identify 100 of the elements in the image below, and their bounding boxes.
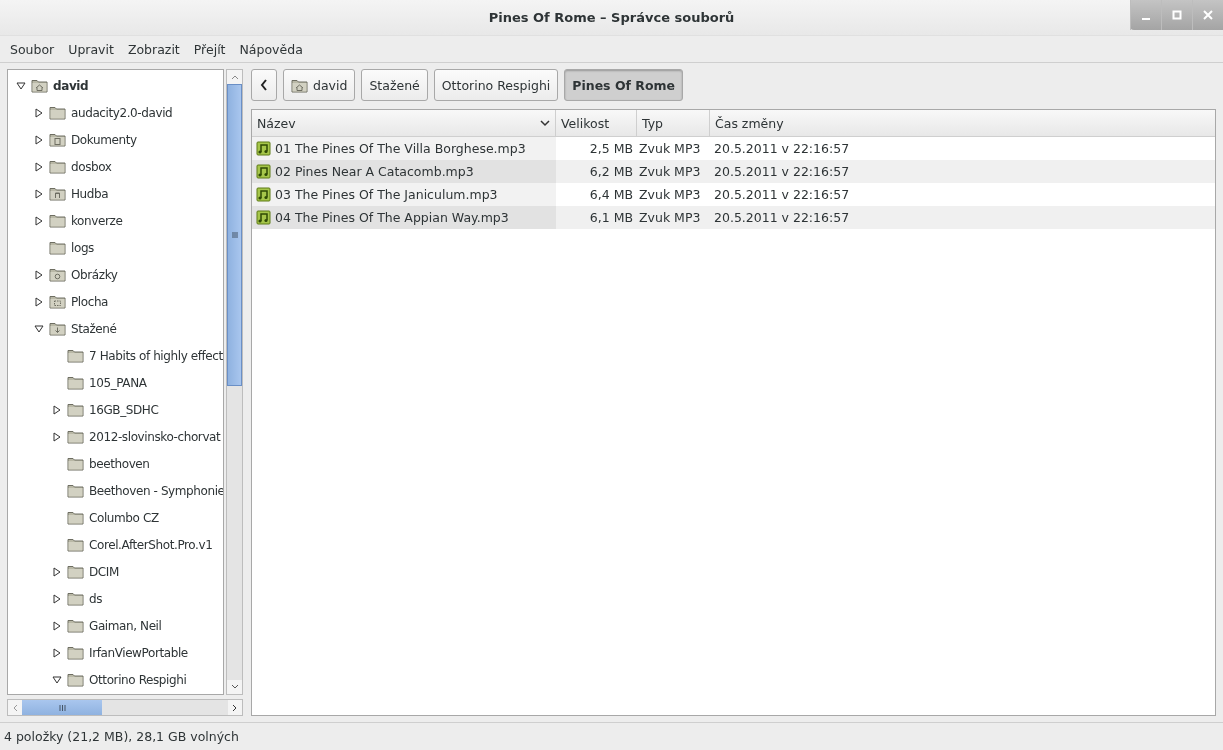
- menu-item[interactable]: Nápověda: [232, 41, 310, 57]
- sort-chevron-icon: [540, 119, 550, 127]
- grip-icon: [58, 704, 66, 711]
- menu-item[interactable]: Soubor: [3, 41, 62, 57]
- folder-icon: [67, 429, 84, 444]
- table-cell-text: Zvuk MP3: [638, 140, 702, 158]
- maximize-icon: [1172, 10, 1182, 20]
- tree-item[interactable]: Beethoven - Symphonie: [8, 477, 223, 504]
- folder-icon: [49, 240, 66, 255]
- table-cell-text: 20.5.2011 v 22:16:57: [713, 163, 851, 181]
- up-chevron-icon[interactable]: [230, 74, 239, 80]
- tree-item[interactable]: david: [8, 72, 223, 99]
- table-cell-text: Zvuk MP3: [638, 209, 702, 227]
- tree-item[interactable]: dosbox: [8, 153, 223, 180]
- folder-icon: [67, 672, 84, 687]
- tree-item[interactable]: 105_PANA: [8, 369, 223, 396]
- collapsed-triangle-icon[interactable]: [52, 620, 62, 631]
- tree-item[interactable]: Dokumenty: [8, 126, 223, 153]
- tree-item[interactable]: Gaiman, Neil: [8, 612, 223, 639]
- collapsed-triangle-icon[interactable]: [34, 296, 44, 307]
- collapsed-triangle-icon[interactable]: [52, 431, 62, 442]
- back-button[interactable]: [251, 69, 277, 101]
- menu-item[interactable]: Přejít: [186, 41, 233, 57]
- window-title: Pines Of Rome – Správce souborů: [488, 10, 735, 25]
- table-cell-text: 20.5.2011 v 22:16:57: [713, 140, 851, 158]
- path-button[interactable]: Ottorino Respighi: [433, 69, 559, 101]
- collapsed-triangle-icon[interactable]: [52, 404, 62, 415]
- down-chevron-icon[interactable]: [230, 684, 239, 690]
- folder-icon: [67, 591, 84, 606]
- collapsed-triangle-icon[interactable]: [34, 269, 44, 280]
- horizontal-scrollbar[interactable]: [7, 699, 243, 716]
- table-cell-text: 6,4 MB: [588, 186, 634, 204]
- collapsed-triangle-icon[interactable]: [34, 161, 44, 172]
- collapsed-triangle-icon[interactable]: [34, 215, 44, 226]
- collapsed-triangle-icon[interactable]: [34, 134, 44, 145]
- folder-icon: [67, 375, 84, 390]
- tree-item[interactable]: Stažené: [8, 315, 223, 342]
- folder-icon: [49, 105, 66, 120]
- menu-item[interactable]: Upravit: [61, 41, 121, 57]
- path-button[interactable]: david: [283, 69, 356, 101]
- column-header[interactable]: Název: [252, 110, 556, 136]
- tree-item[interactable]: Ottorino Respighi: [8, 666, 223, 693]
- tree-item[interactable]: beethoven: [8, 450, 223, 477]
- tree-item[interactable]: 16GB_SDHC: [8, 396, 223, 423]
- tree-item[interactable]: Corel.AfterShot.Pro.v1: [8, 531, 223, 558]
- right-chevron-icon[interactable]: [232, 703, 238, 712]
- file-name[interactable]: 03 The Pines Of The Janiculum.mp3: [252, 183, 556, 206]
- file-name[interactable]: 01 The Pines Of The Villa Borghese.mp3: [252, 137, 556, 160]
- file-name[interactable]: 02 Pines Near A Catacomb.mp3: [252, 160, 556, 183]
- table-cell-text: 20.5.2011 v 22:16:57: [713, 186, 851, 204]
- tree-item[interactable]: ds: [8, 585, 223, 612]
- tree-item[interactable]: konverze: [8, 207, 223, 234]
- music-file-icon: [256, 187, 271, 202]
- music-file-icon: [256, 210, 271, 225]
- table-cell-text: 6,2 MB: [588, 163, 634, 181]
- folder-icon: [67, 456, 84, 471]
- vertical-scrollbar[interactable]: [226, 69, 243, 695]
- folder-icon: [67, 402, 84, 417]
- expanded-triangle-icon[interactable]: [34, 323, 44, 334]
- expanded-triangle-icon[interactable]: [52, 674, 62, 685]
- minimize-icon: [1142, 18, 1150, 20]
- tree-item[interactable]: Obrázky: [8, 261, 223, 288]
- folder-icon: [67, 483, 84, 498]
- tree-item[interactable]: 7 Habits of highly effect: [8, 342, 223, 369]
- folder-icon: [67, 564, 84, 579]
- table-cell-text: 2,5 MB: [588, 140, 634, 158]
- folder-icon: [49, 267, 66, 282]
- tree-item[interactable]: logs: [8, 234, 223, 261]
- folder-icon: [49, 132, 66, 147]
- expanded-triangle-icon[interactable]: [16, 80, 26, 91]
- close-icon: [1203, 10, 1213, 20]
- collapsed-triangle-icon[interactable]: [52, 593, 62, 604]
- folder-icon: [67, 537, 84, 552]
- collapsed-triangle-icon[interactable]: [34, 107, 44, 118]
- column-header[interactable]: Čas změny: [710, 110, 1215, 136]
- column-header[interactable]: Typ: [637, 110, 710, 136]
- folder-icon: [49, 213, 66, 228]
- path-button[interactable]: Stažené: [361, 69, 428, 101]
- folder-icon: [49, 159, 66, 174]
- home-folder-icon: [291, 77, 308, 93]
- menu-item[interactable]: Zobrazit: [120, 41, 187, 57]
- tree-item[interactable]: Hudba: [8, 180, 223, 207]
- collapsed-triangle-icon[interactable]: [34, 188, 44, 199]
- tree-item[interactable]: IrfanViewPortable: [8, 639, 223, 666]
- music-file-icon: [256, 164, 271, 179]
- tree-item[interactable]: 2012-slovinsko-chorvat: [8, 423, 223, 450]
- tree-item[interactable]: Columbo CZ: [8, 504, 223, 531]
- table-cell-text: Zvuk MP3: [638, 163, 702, 181]
- path-button[interactable]: Pines Of Rome: [564, 69, 684, 101]
- collapsed-triangle-icon[interactable]: [52, 647, 62, 658]
- tree-item[interactable]: DCIM: [8, 558, 223, 585]
- music-file-icon: [256, 141, 271, 156]
- tree-item[interactable]: Plocha: [8, 288, 223, 315]
- folder-icon: [67, 510, 84, 525]
- collapsed-triangle-icon[interactable]: [52, 566, 62, 577]
- tree-item[interactable]: audacity2.0-david: [8, 99, 223, 126]
- file-name[interactable]: 04 The Pines Of The Appian Way.mp3: [252, 206, 556, 229]
- folder-icon: [49, 294, 66, 309]
- column-header[interactable]: Velikost: [556, 110, 637, 136]
- left-chevron-icon[interactable]: [12, 703, 18, 712]
